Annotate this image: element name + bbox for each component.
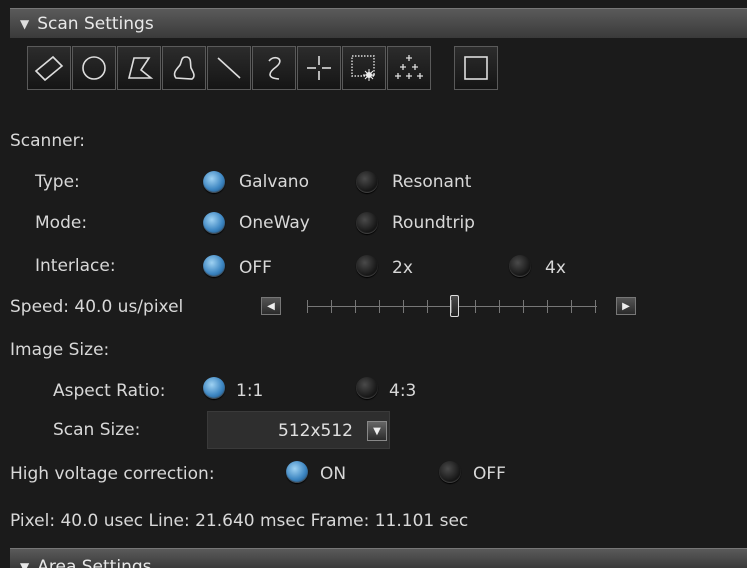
curve-roi-tool[interactable]	[252, 46, 296, 90]
slider-tick	[523, 300, 524, 313]
speed-slider[interactable]: ◀ ▶	[261, 295, 646, 319]
interlace-4x-radio[interactable]	[509, 255, 531, 277]
slider-tick	[595, 300, 596, 313]
type-galvano-radio[interactable]	[203, 171, 225, 193]
aspect-ratio-label: Aspect Ratio:	[53, 381, 166, 401]
scan-size-select[interactable]: 512x512 ▼	[207, 411, 390, 449]
type-label: Type:	[35, 172, 80, 192]
scan-settings-header[interactable]: ▼ Scan Settings	[10, 8, 747, 38]
rotated-rectangle-icon	[34, 55, 64, 82]
slider-tick	[307, 300, 308, 313]
ellipse-roi-tool[interactable]	[72, 46, 116, 90]
multi-point-tool[interactable]	[387, 46, 431, 90]
slider-tick	[379, 300, 380, 313]
timing-status: Pixel: 40.0 usec Line: 21.640 msec Frame…	[10, 511, 469, 531]
mode-roundtrip-label[interactable]: Roundtrip	[392, 213, 475, 233]
slider-tick	[571, 300, 572, 313]
curve-icon	[268, 56, 281, 80]
aspect-1-1-radio[interactable]	[203, 377, 225, 399]
type-resonant-label[interactable]: Resonant	[392, 172, 471, 192]
mode-roundtrip-radio[interactable]	[356, 212, 378, 234]
aspect-4-3-radio[interactable]	[356, 377, 378, 399]
full-frame-tool[interactable]	[454, 46, 498, 90]
slider-tick	[331, 300, 332, 313]
slider-tick	[355, 300, 356, 313]
hv-correction-label: High voltage correction:	[10, 464, 215, 484]
grid-point-tool[interactable]	[342, 46, 386, 90]
grid-point-icon	[351, 55, 375, 81]
rectangle-roi-tool[interactable]	[27, 46, 71, 90]
slider-tick	[427, 300, 428, 313]
interlace-off-label[interactable]: OFF	[239, 258, 272, 278]
scan-settings-title: Scan Settings	[37, 13, 154, 34]
slider-left-arrow-icon[interactable]: ◀	[261, 297, 281, 315]
interlace-label: Interlace:	[35, 256, 116, 276]
collapse-triangle-icon: ▼	[20, 560, 30, 568]
polygon-icon	[127, 57, 154, 79]
square-icon	[464, 56, 488, 80]
aspect-4-3-label[interactable]: 4:3	[389, 381, 416, 401]
dropdown-arrow-icon[interactable]: ▼	[367, 421, 387, 441]
hv-on-radio[interactable]	[286, 461, 308, 483]
speed-label: Speed: 40.0 us/pixel	[10, 297, 184, 317]
mode-oneway-label[interactable]: OneWay	[239, 213, 310, 233]
crosshair-icon	[307, 56, 331, 80]
freehand-roi-tool[interactable]	[162, 46, 206, 90]
slider-tick	[475, 300, 476, 313]
slider-tick	[547, 300, 548, 313]
type-galvano-label[interactable]: Galvano	[239, 172, 309, 192]
polygon-roi-tool[interactable]	[117, 46, 161, 90]
interlace-off-radio[interactable]	[203, 255, 225, 277]
interlace-2x-label[interactable]: 2x	[392, 258, 413, 278]
multi-point-icon	[395, 55, 423, 79]
hv-on-label[interactable]: ON	[320, 464, 346, 484]
scanner-heading: Scanner:	[10, 131, 85, 151]
point-roi-tool[interactable]	[297, 46, 341, 90]
slider-tick	[403, 300, 404, 313]
roi-toolbar	[27, 46, 499, 92]
slider-tick	[499, 300, 500, 313]
interlace-2x-radio[interactable]	[356, 255, 378, 277]
scan-size-label: Scan Size:	[53, 420, 141, 440]
interlace-4x-label[interactable]: 4x	[545, 258, 566, 278]
slider-right-arrow-icon[interactable]: ▶	[616, 297, 636, 315]
hv-off-label[interactable]: OFF	[473, 464, 506, 484]
line-roi-tool[interactable]	[207, 46, 251, 90]
collapse-triangle-icon: ▼	[20, 16, 30, 31]
aspect-1-1-label[interactable]: 1:1	[236, 381, 263, 401]
area-settings-title: Area Settings	[37, 557, 152, 568]
mode-oneway-radio[interactable]	[203, 212, 225, 234]
image-size-heading: Image Size:	[10, 340, 110, 360]
hv-off-radio[interactable]	[439, 461, 461, 483]
scan-size-value: 512x512	[278, 421, 353, 441]
slider-tick	[451, 300, 452, 313]
type-resonant-radio[interactable]	[356, 171, 378, 193]
mode-label: Mode:	[35, 213, 88, 233]
freehand-icon	[173, 56, 195, 80]
area-settings-header[interactable]: ▼ Area Settings	[10, 548, 747, 568]
circle-icon	[82, 56, 106, 80]
line-icon	[217, 57, 241, 79]
